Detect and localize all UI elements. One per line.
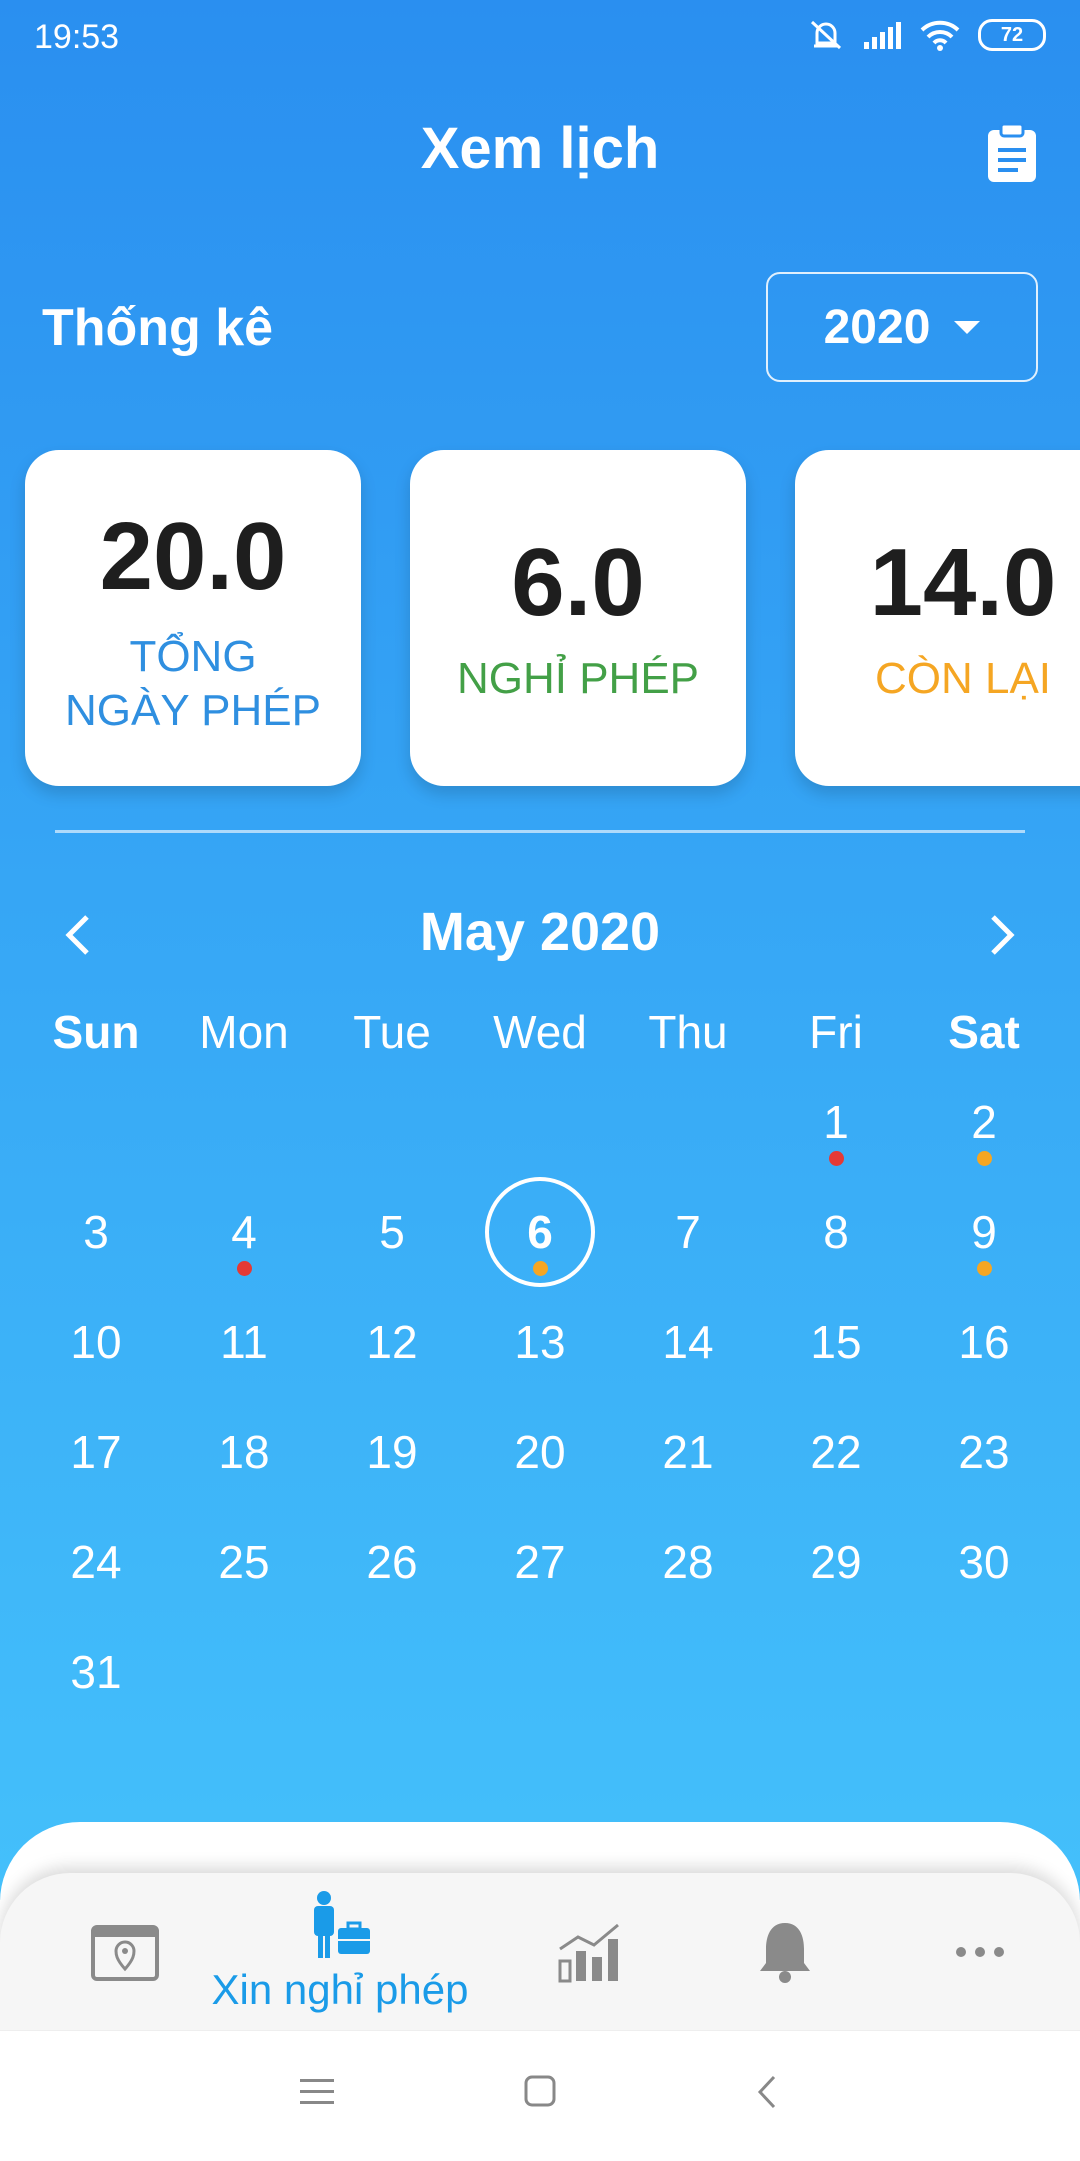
battery-indicator: 72 <box>978 19 1046 51</box>
calendar-day[interactable]: 15 <box>781 1287 891 1397</box>
calendar-day[interactable]: 7 <box>633 1177 743 1287</box>
calendar-day[interactable]: 3 <box>41 1177 151 1287</box>
leave-request-icon <box>314 1890 370 1958</box>
calendar-day[interactable]: 12 <box>337 1287 447 1397</box>
calendar-day[interactable]: 28 <box>633 1507 743 1617</box>
leave-taken-value: 6.0 <box>511 529 645 636</box>
calendar-day[interactable]: 18 <box>189 1397 299 1507</box>
nav-notifications[interactable] <box>710 1873 860 2030</box>
page-title: Xem lịch <box>420 116 660 181</box>
nav-statistics[interactable] <box>515 1873 665 2030</box>
total-leave-card: 20.0 TỔNG NGÀY PHÉP <box>25 450 361 786</box>
weekday-tue: Tue <box>353 1006 431 1058</box>
remaining-value: 14.0 <box>869 529 1057 636</box>
bell-icon <box>760 1922 810 1983</box>
statistics-chart-icon <box>558 1923 619 1982</box>
system-navigation-bar <box>0 2030 1080 2161</box>
nav-leave-request[interactable]: Xin nghỉ phép <box>190 1873 490 2030</box>
wifi-icon <box>920 20 960 51</box>
event-marker-dot <box>977 1151 992 1166</box>
weekday-wed: Wed <box>493 1006 587 1058</box>
back-icon[interactable] <box>756 2075 778 2109</box>
calendar-day[interactable]: 17 <box>41 1397 151 1507</box>
nav-more[interactable] <box>905 1873 1055 2030</box>
calendar-day[interactable]: 25 <box>189 1507 299 1617</box>
more-icon <box>956 1946 1004 1957</box>
signal-icon <box>864 22 901 49</box>
status-bar: 19:53 72 <box>0 0 1080 80</box>
nav-calendar-location[interactable] <box>50 1873 200 2030</box>
calendar-day[interactable]: 20 <box>485 1397 595 1507</box>
home-icon[interactable] <box>524 2075 556 2107</box>
leave-taken-label: NGHỈ PHÉP <box>456 654 700 703</box>
year-dropdown[interactable]: 2020 <box>766 272 1038 382</box>
leave-taken-card: 6.0 NGHỈ PHÉP <box>410 450 746 786</box>
main-screen: 19:53 72 Xem lịch Thống kê 2020 20.0 TỔN… <box>0 0 1080 1900</box>
calendar-day[interactable]: 21 <box>633 1397 743 1507</box>
muted-alarm-icon <box>810 20 842 50</box>
event-marker-dot <box>829 1151 844 1166</box>
calendar-day[interactable]: 8 <box>781 1177 891 1287</box>
next-month-button[interactable] <box>962 895 1042 975</box>
nav-leave-request-label: Xin nghỉ phép <box>211 1965 469 2013</box>
calendar-location-icon <box>91 1924 159 1981</box>
calendar-day[interactable]: 29 <box>781 1507 891 1617</box>
chevron-down-icon <box>954 320 981 334</box>
event-marker-dot <box>237 1261 252 1276</box>
year-value: 2020 <box>823 300 931 354</box>
calendar-day[interactable]: 19 <box>337 1397 447 1507</box>
status-time: 19:53 <box>34 18 120 56</box>
total-leave-value: 20.0 <box>99 503 287 610</box>
calendar-day[interactable]: 31 <box>41 1617 151 1727</box>
divider <box>55 830 1025 833</box>
weekday-sat: Sat <box>948 1006 1020 1058</box>
calendar-day[interactable]: 24 <box>41 1507 151 1617</box>
calendar-day[interactable]: 14 <box>633 1287 743 1397</box>
calendar-day[interactable]: 30 <box>929 1507 1039 1617</box>
weekday-fri: Fri <box>809 1006 863 1058</box>
calendar-day[interactable]: 27 <box>485 1507 595 1617</box>
weekday-mon: Mon <box>199 1006 289 1058</box>
calendar-day[interactable]: 26 <box>337 1507 447 1617</box>
clipboard-icon[interactable] <box>984 122 1040 184</box>
total-leave-label: TỔNG NGÀY PHÉP <box>65 632 321 735</box>
menu-icon[interactable] <box>300 2077 334 2107</box>
statistics-label: Thống kê <box>42 299 274 357</box>
month-navigation: May 2020 <box>0 895 1080 975</box>
calendar-day[interactable]: 5 <box>337 1177 447 1287</box>
remaining-label: CÒN LẠI <box>874 654 1052 703</box>
status-icons: 72 <box>808 18 1046 52</box>
weekday-sun: Sun <box>52 1006 140 1058</box>
weekday-thu: Thu <box>648 1006 728 1058</box>
calendar-day[interactable]: 16 <box>929 1287 1039 1397</box>
chevron-right-icon <box>991 915 1015 955</box>
calendar-day[interactable]: 10 <box>41 1287 151 1397</box>
calendar-day[interactable]: 13 <box>485 1287 595 1397</box>
month-title: May 2020 <box>419 902 661 962</box>
event-marker-dot <box>977 1261 992 1276</box>
calendar-day[interactable]: 22 <box>781 1397 891 1507</box>
remaining-card: 14.0 CÒN LẠI <box>795 450 1080 786</box>
calendar-day[interactable]: 23 <box>929 1397 1039 1507</box>
calendar-day[interactable]: 11 <box>189 1287 299 1397</box>
event-marker-dot <box>533 1261 548 1276</box>
bottom-navigation: Xin nghỉ phép <box>0 1873 1080 2030</box>
